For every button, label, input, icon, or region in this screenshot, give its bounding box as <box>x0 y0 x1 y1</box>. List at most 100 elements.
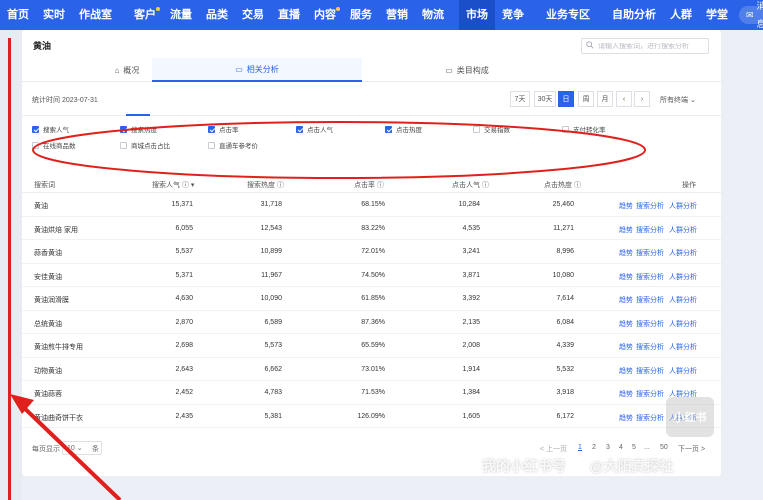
nav-item[interactable]: 营销 <box>379 0 415 30</box>
message-button[interactable]: ✉ 消息 <box>739 1 763 29</box>
trend-link[interactable]: 趋势 <box>619 319 633 329</box>
trend-link[interactable]: 趋势 <box>619 389 633 399</box>
table-row: 安佳黄油 5,371 11,967 74.50% 3,871 10,080 趋势 搜索分析 人群… <box>22 264 721 287</box>
metric-checkbox[interactable]: 商城点击占比 <box>120 140 170 150</box>
period-30d[interactable]: 30天 <box>534 91 556 107</box>
search-analysis-link[interactable]: 搜索分析 <box>636 225 664 235</box>
trend-link[interactable]: 趋势 <box>619 366 633 376</box>
nav-item[interactable]: 内容 <box>307 0 343 30</box>
value-cell: 87.36% <box>361 318 385 326</box>
trend-link[interactable]: 趋势 <box>619 342 633 352</box>
crowd-analysis-link[interactable]: 人群分析 <box>669 225 697 235</box>
nav-item[interactable]: 客户 <box>127 0 163 30</box>
metric-checkbox[interactable]: 搜索人气 <box>32 124 69 134</box>
value-cell: 2,870 <box>175 318 193 326</box>
search-box[interactable] <box>581 38 709 54</box>
nav-item[interactable]: 流量 <box>163 0 199 30</box>
checkbox-label: 支付转化率 <box>573 127 606 134</box>
nav-item[interactable]: 直播 <box>271 0 307 30</box>
prev-date-button[interactable]: ‹ <box>616 91 632 107</box>
header-search-heat[interactable]: 搜索热度 ⓘ <box>247 180 284 190</box>
trend-link[interactable]: 趋势 <box>619 295 633 305</box>
trend-link[interactable]: 趋势 <box>619 201 633 211</box>
prev-page-button[interactable]: < 上一页 <box>540 444 567 454</box>
period-week[interactable]: 周 <box>578 91 594 107</box>
chevron-right-icon: › <box>640 95 644 103</box>
checkbox-icon <box>296 125 303 133</box>
crowd-analysis-link[interactable]: 人群分析 <box>669 248 697 258</box>
value-cell: 1,914 <box>462 365 480 373</box>
metric-checkbox[interactable]: 点击热度 <box>385 124 422 134</box>
search-analysis-link[interactable]: 搜索分析 <box>636 342 664 352</box>
crowd-analysis-link[interactable]: 人群分析 <box>669 201 697 211</box>
header-click-popularity[interactable]: 点击人气 ⓘ <box>452 180 489 190</box>
value-cell: 6,662 <box>264 365 282 373</box>
crowd-analysis-link[interactable]: 人群分析 <box>669 319 697 329</box>
value-cell: 3,871 <box>462 271 480 279</box>
search-analysis-link[interactable]: 搜索分析 <box>636 272 664 282</box>
search-analysis-link[interactable]: 搜索分析 <box>636 319 664 329</box>
nav-item[interactable]: 人群 <box>663 0 699 30</box>
crowd-analysis-link[interactable]: 人群分析 <box>669 342 697 352</box>
nav-item[interactable]: 自助分析 <box>605 0 663 30</box>
trend-link[interactable]: 趋势 <box>619 225 633 235</box>
search-analysis-link[interactable]: 搜索分析 <box>636 295 664 305</box>
value-cell: 10,284 <box>458 201 480 208</box>
keyword-cell: 动物黄油 <box>34 367 62 375</box>
nav-item[interactable]: 市场 <box>459 0 495 30</box>
crowd-analysis-link[interactable]: 人群分析 <box>669 272 697 282</box>
metric-checkbox[interactable]: 交易指数 <box>473 124 510 134</box>
page-5[interactable]: 5 <box>632 444 636 451</box>
nav-item[interactable]: 实时 <box>36 0 72 30</box>
tab-category-composition[interactable]: ▭ 类目构成 <box>362 58 572 82</box>
tab-related-analysis[interactable]: ▭ 相关分析 <box>152 58 362 82</box>
value-cell: 5,573 <box>264 342 282 349</box>
trend-link[interactable]: 趋势 <box>619 413 633 423</box>
nav-item[interactable]: 作战室 <box>72 0 119 30</box>
metric-checkbox[interactable]: 在线商品数 <box>32 140 76 150</box>
header-ctr[interactable]: 点击率 ⓘ <box>354 180 384 190</box>
value-cell: 71.53% <box>361 389 385 396</box>
trend-link[interactable]: 趋势 <box>619 248 633 258</box>
search-analysis-link[interactable]: 搜索分析 <box>636 201 664 211</box>
page-3[interactable]: 3 <box>606 444 610 451</box>
next-page-button[interactable]: 下一页 > <box>678 444 705 454</box>
page-4[interactable]: 4 <box>619 444 623 451</box>
next-date-button[interactable]: › <box>634 91 650 107</box>
value-cell: 68.15% <box>361 201 385 208</box>
page-50[interactable]: 50 <box>660 444 668 451</box>
value-cell: 83.22% <box>361 224 385 232</box>
metric-checkbox[interactable]: 搜索热度 <box>120 124 157 134</box>
crowd-analysis-link[interactable]: 人群分析 <box>669 295 697 305</box>
value-cell: 1,605 <box>462 412 480 420</box>
page-1[interactable]: 1 <box>578 444 582 451</box>
metric-checkbox[interactable]: 点击人气 <box>296 124 333 134</box>
search-analysis-link[interactable]: 搜索分析 <box>636 248 664 258</box>
period-7d[interactable]: 7天 <box>510 91 530 107</box>
nav-item[interactable]: 交易 <box>235 0 271 30</box>
nav-item[interactable]: 首页 <box>0 0 36 30</box>
nav-item[interactable]: 学堂 <box>699 0 735 30</box>
period-month[interactable]: 月 <box>597 91 613 107</box>
header-click-heat[interactable]: 点击热度 ⓘ <box>544 180 581 190</box>
header-search-popularity[interactable]: 搜索人气 ⓘ ▾ <box>152 180 194 190</box>
search-analysis-link[interactable]: 搜索分析 <box>636 413 664 423</box>
nav-item[interactable]: 竞争 <box>495 0 531 30</box>
page-2[interactable]: 2 <box>592 444 596 451</box>
nav-item[interactable]: 品类 <box>199 0 235 30</box>
checkbox-label: 搜索人气 <box>43 127 69 134</box>
search-input[interactable] <box>598 42 706 50</box>
crowd-analysis-link[interactable]: 人群分析 <box>669 366 697 376</box>
terminal-select[interactable]: 所有终端 ⌄ <box>660 95 696 105</box>
metric-checkbox[interactable]: 点击率 <box>208 124 239 134</box>
nav-item[interactable]: 物流 <box>415 0 451 30</box>
nav-item[interactable]: 服务 <box>343 0 379 30</box>
checkbox-label: 点击人气 <box>307 127 333 134</box>
metric-checkbox[interactable]: 支付转化率 <box>562 124 606 134</box>
nav-item[interactable]: 业务专区 <box>539 0 597 30</box>
period-day[interactable]: 日 <box>558 91 574 107</box>
search-analysis-link[interactable]: 搜索分析 <box>636 389 664 399</box>
search-analysis-link[interactable]: 搜索分析 <box>636 366 664 376</box>
metric-checkbox[interactable]: 直通车参考价 <box>208 140 258 150</box>
trend-link[interactable]: 趋势 <box>619 272 633 282</box>
